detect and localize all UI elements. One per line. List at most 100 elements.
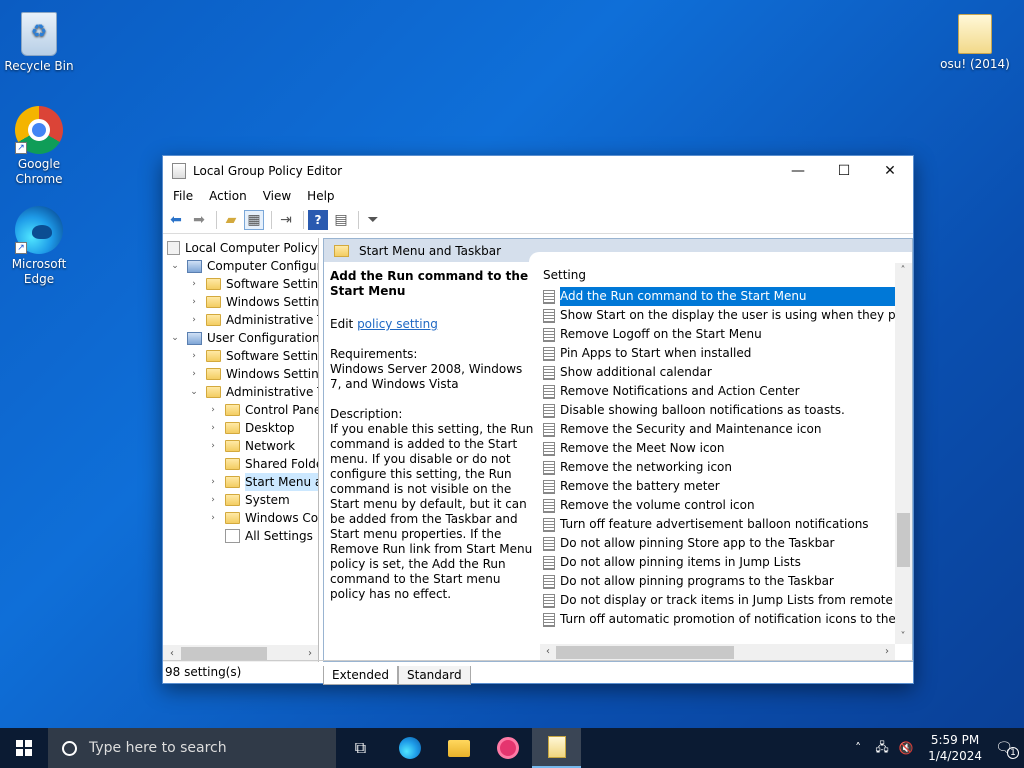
start-button[interactable] [0,728,48,768]
list-item[interactable]: Do not allow pinning Store app to the Ta… [540,534,896,553]
properties-icon[interactable]: ▤ [331,210,351,230]
scroll-right-icon[interactable]: › [880,646,894,657]
title-bar[interactable]: Local Group Policy Editor — ☐ ✕ [163,156,913,185]
scroll-left-icon[interactable]: ‹ [165,648,179,659]
list-item[interactable]: Do not display or track items in Jump Li… [540,591,896,610]
expand-icon[interactable]: › [188,347,200,365]
menu-action[interactable]: Action [201,189,255,203]
list-vertical-scrollbar[interactable]: ˄ ˅ [895,263,912,644]
list-item[interactable]: Pin Apps to Start when installed [540,344,896,363]
minimize-button[interactable]: — [775,156,821,185]
notification-center-icon[interactable]: 🗨 1 [992,740,1019,759]
setting-label: Pin Apps to Start when installed [560,346,752,360]
scroll-left-icon[interactable]: ‹ [541,646,555,657]
tree-local-computer-policy[interactable]: Local Computer Policy [167,239,318,257]
taskbar-osu-button[interactable] [483,728,532,768]
export-list-icon[interactable]: ⇥ [276,210,296,230]
tree-user-windows-settings[interactable]: › Windows Setting [188,365,318,383]
list-item[interactable]: Remove the networking icon [540,458,896,477]
policy-icon [167,241,180,255]
expand-icon[interactable]: › [207,401,219,419]
list-item[interactable]: Do not allow pinning items in Jump Lists [540,553,896,572]
google-chrome-shortcut[interactable]: ↗ Google Chrome [1,106,77,187]
taskbar-edge-button[interactable] [385,728,434,768]
list-item[interactable]: Add the Run command to the Start Menu [540,287,896,306]
clock[interactable]: 5:59 PM 1/4/2024 [928,732,982,764]
setting-column-header[interactable]: Setting [540,263,912,287]
expand-icon[interactable]: › [188,293,200,311]
expand-icon[interactable]: ⌄ [188,383,200,401]
maximize-button[interactable]: ☐ [821,156,867,185]
expand-icon[interactable]: › [207,473,219,491]
menu-help[interactable]: Help [299,189,342,203]
folder-icon [206,314,221,326]
taskbar-search-box[interactable]: Type here to search [48,728,336,768]
list-horizontal-scrollbar[interactable]: ‹ › [540,644,895,661]
tree-desktop[interactable]: › Desktop [207,419,294,437]
osu-folder-shortcut[interactable]: osu! (2014) [937,10,1013,72]
show-hide-tree-icon[interactable]: ▦ [244,210,264,230]
task-view-button[interactable]: ⧉ [336,728,385,768]
list-item[interactable]: Turn off automatic promotion of notifica… [540,610,896,629]
expand-icon[interactable]: ⌄ [169,329,181,347]
network-icon[interactable]: 🖧 [870,738,894,759]
scroll-thumb[interactable] [897,513,910,567]
filter-icon[interactable]: ⏷ [363,210,383,230]
tree-control-panel[interactable]: › Control Panel [207,401,318,419]
taskbar-policy-editor-button[interactable] [532,728,581,768]
tree-start-menu-and-taskbar[interactable]: › Start Menu ar [207,473,318,491]
tree-windows-settings[interactable]: › Windows Setting [188,293,318,311]
expand-icon[interactable]: › [207,491,219,509]
tree-windows-components[interactable]: › Windows Cor [207,509,318,527]
tree-system[interactable]: › System [207,491,290,509]
list-item[interactable]: Show Start on the display the user is us… [540,306,896,325]
chevron-up-icon[interactable]: ˄ [846,741,870,755]
list-item[interactable]: Remove the Meet Now icon [540,439,896,458]
back-icon[interactable]: ⬅ [166,210,186,230]
menu-view[interactable]: View [255,189,299,203]
expand-icon[interactable]: ⌄ [169,257,181,275]
list-item[interactable]: Turn off feature advertisement balloon n… [540,515,896,534]
tree-all-settings[interactable]: All Settings [207,527,313,545]
up-folder-icon[interactable]: ▰ [221,210,241,230]
tree-administrative-templates[interactable]: › Administrative Te [188,311,318,329]
folder-icon [206,386,221,398]
list-item[interactable]: Remove the battery meter [540,477,896,496]
taskbar-file-explorer-button[interactable] [434,728,483,768]
tree-user-software-settings[interactable]: › Software Settings [188,347,318,365]
edit-policy-setting-link[interactable]: policy setting [357,317,438,331]
recycle-bin-icon[interactable]: Recycle Bin [1,10,77,74]
tree-user-configuration[interactable]: ⌄ User Configuration [169,329,318,347]
expand-icon[interactable]: › [207,437,219,455]
list-item[interactable]: Disable showing balloon notifications as… [540,401,896,420]
forward-icon[interactable]: ➡ [189,210,209,230]
tree-label: System [245,493,290,507]
scroll-down-icon[interactable]: ˅ [896,631,910,642]
scroll-thumb[interactable] [556,646,734,659]
list-item[interactable]: Do not allow pinning programs to the Tas… [540,572,896,591]
expand-icon[interactable]: › [207,419,219,437]
expand-icon[interactable]: › [188,275,200,293]
tree-user-administrative-templates[interactable]: ⌄ Administrative Te [188,383,318,401]
list-item[interactable]: Remove Notifications and Action Center [540,382,896,401]
tree-shared-folders[interactable]: Shared Folder [207,455,318,473]
microsoft-edge-shortcut[interactable]: ↗ Microsoft Edge [1,206,77,287]
expand-icon[interactable]: › [188,365,200,383]
tree-computer-configuration[interactable]: ⌄ Computer Configura [169,257,318,275]
tree-network[interactable]: › Network [207,437,295,455]
list-item[interactable]: Show additional calendar [540,363,896,382]
scroll-thumb[interactable] [181,647,267,660]
tree-software-settings[interactable]: › Software Settings [188,275,318,293]
list-item[interactable]: Remove the volume control icon [540,496,896,515]
expand-icon[interactable]: › [207,509,219,527]
scroll-right-icon[interactable]: › [303,648,317,659]
expand-icon[interactable]: › [188,311,200,329]
scroll-up-icon[interactable]: ˄ [896,265,910,276]
volume-muted-icon[interactable]: 🔇 [894,741,918,755]
close-button[interactable]: ✕ [867,156,913,185]
folder-icon [225,422,240,434]
menu-file[interactable]: File [165,189,201,203]
list-item[interactable]: Remove the Security and Maintenance icon [540,420,896,439]
list-item[interactable]: Remove Logoff on the Start Menu [540,325,896,344]
help-icon[interactable]: ? [308,210,328,230]
